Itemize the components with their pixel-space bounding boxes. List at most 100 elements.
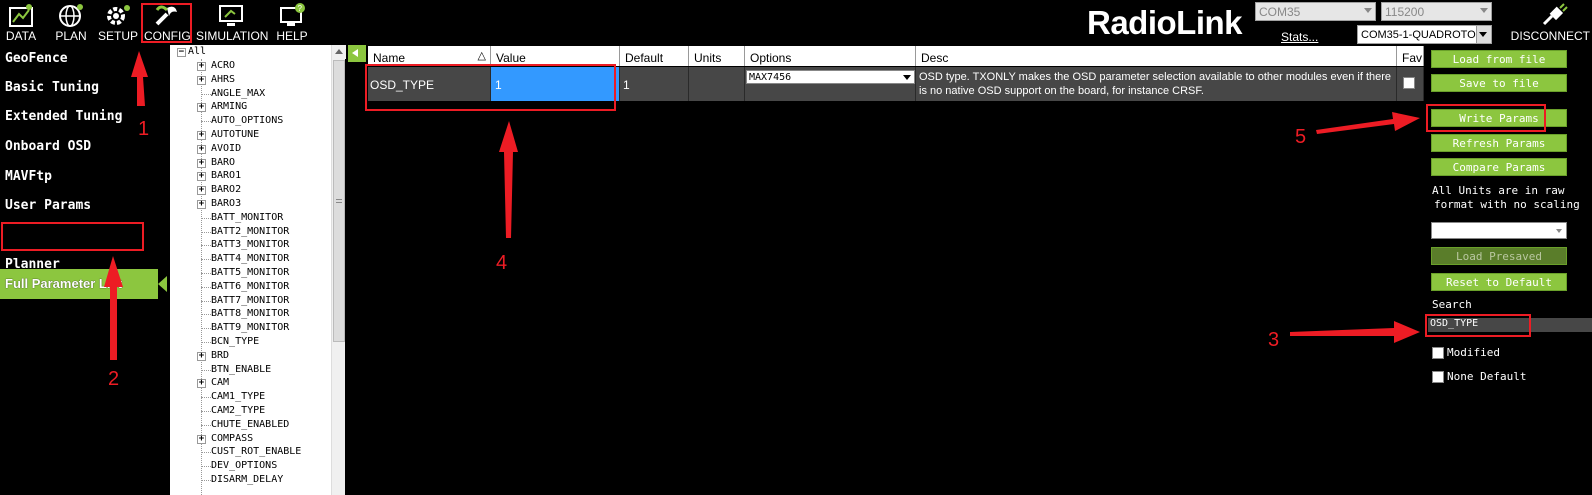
expand-icon[interactable]: + <box>197 186 206 196</box>
column-header-options[interactable]: Options <box>745 46 916 66</box>
menu-item-full-parameter-list-label: Full Parameter List <box>5 276 123 291</box>
help-monitor-icon: ? <box>280 3 305 26</box>
toolbar-button-plan[interactable]: PLAN <box>50 0 92 43</box>
vehicle-value: COM35-1-QUADROTOF <box>1361 29 1483 41</box>
menu-item-geofence[interactable]: GeoFence <box>5 51 68 66</box>
tree-scrollbar[interactable] <box>331 45 346 495</box>
expand-icon[interactable]: + <box>197 62 206 71</box>
toolbar-label-simulation: SIMULATION <box>196 29 269 43</box>
column-header-default[interactable]: Default <box>620 46 689 66</box>
cell-default: 1 <box>620 67 689 101</box>
none-default-checkbox[interactable] <box>1432 371 1444 383</box>
tree-item-label: BATT8_MONITOR <box>211 308 290 320</box>
menu-item-basic-tuning[interactable]: Basic Tuning <box>5 80 99 95</box>
baud-rate-value: 115200 <box>1385 5 1425 19</box>
tree-item-label: AHRS <box>211 73 236 85</box>
none-default-label: None Default <box>1447 370 1527 383</box>
stats-link[interactable]: Stats... <box>1281 30 1318 44</box>
refresh-params-button[interactable]: Refresh Params <box>1431 134 1567 152</box>
menu-item-onboard-osd[interactable]: Onboard OSD <box>5 139 91 154</box>
chevron-down-icon <box>903 75 911 80</box>
tree-item-label: CUST_ROT_ENABLE <box>211 446 302 458</box>
column-header-desc[interactable]: Desc <box>916 46 1397 66</box>
com-port-select[interactable]: COM35 <box>1255 2 1376 21</box>
tree-item-label: ARMING <box>211 101 248 113</box>
collapse-icon[interactable]: − <box>177 48 186 57</box>
toolbar-button-data[interactable]: DATA <box>0 0 42 43</box>
expand-icon[interactable]: + <box>197 379 206 389</box>
tree-item-label: DISARM_DELAY <box>211 474 284 485</box>
vehicle-select[interactable]: COM35-1-QUADROTOF <box>1357 25 1492 44</box>
tree-root-label: All <box>188 46 207 57</box>
reset-to-default-button[interactable]: Reset to Default <box>1431 273 1567 291</box>
units-note-line-2: format with no scaling <box>1434 198 1580 211</box>
expand-icon[interactable]: + <box>197 434 206 444</box>
expand-icon[interactable]: + <box>197 131 206 140</box>
column-header-fav[interactable]: Fav <box>1397 46 1424 66</box>
expand-icon[interactable]: + <box>197 351 206 361</box>
fav-checkbox[interactable] <box>1403 77 1415 89</box>
highlight-config <box>141 3 192 43</box>
presaved-select[interactable] <box>1431 222 1567 239</box>
disconnect-button[interactable]: DISCONNECT <box>1496 0 1592 43</box>
tree-item-label: BATT3_MONITOR <box>211 239 290 251</box>
expand-icon[interactable]: + <box>197 144 206 154</box>
chevron-up-icon <box>335 49 343 54</box>
com-port-value: COM35 <box>1259 5 1301 19</box>
toolbar-button-simulation[interactable]: SIMULATION <box>196 0 269 43</box>
expand-icon[interactable]: + <box>197 75 206 85</box>
tree-item-label: ANGLE_MAX <box>211 87 266 99</box>
compare-params-button[interactable]: Compare Params <box>1431 158 1567 176</box>
save-to-file-button[interactable]: Save to file <box>1431 74 1567 92</box>
menu-item-user-params[interactable]: User Params <box>5 198 91 213</box>
annotation-label-5: 5 <box>1295 126 1307 148</box>
svg-text:?: ? <box>298 4 303 13</box>
tree-item-label: BRD <box>211 349 230 361</box>
toolbar-button-help[interactable]: ? HELP <box>271 0 313 43</box>
modified-checkbox[interactable] <box>1432 347 1444 359</box>
tree-item-label: CAM2_TYPE <box>211 405 266 416</box>
expand-icon[interactable]: + <box>197 158 206 168</box>
expand-icon[interactable]: + <box>197 172 206 182</box>
annotation-label-4: 4 <box>496 252 508 274</box>
column-header-value[interactable]: Value <box>491 46 620 66</box>
globe-icon <box>59 4 83 27</box>
tree-item-label: BARO <box>211 156 236 168</box>
scroll-up-button[interactable] <box>332 45 346 59</box>
options-dropdown[interactable]: MAX7456 <box>746 70 915 84</box>
parameter-tree[interactable]: − All + ACRO + AHRS ANGLE_MAX + ARMING AUTO_OPT… <box>170 45 331 495</box>
grid-corner-button[interactable] <box>348 45 366 62</box>
gear-icon <box>107 5 130 25</box>
modified-label: Modified <box>1447 346 1500 359</box>
column-header-units[interactable]: Units <box>689 46 745 66</box>
expand-icon[interactable]: + <box>197 200 206 209</box>
expand-icon[interactable]: + <box>197 103 206 113</box>
toolbar-button-setup[interactable]: SETUP <box>97 0 139 43</box>
disconnect-label: DISCONNECT <box>1510 29 1590 43</box>
tree-guide-line <box>201 59 202 495</box>
highlight-write-params <box>1426 104 1546 132</box>
monitor-icon <box>219 5 243 26</box>
load-presaved-button[interactable]: Load Presaved <box>1431 247 1567 265</box>
menu-item-extended-tuning[interactable]: Extended Tuning <box>5 109 122 124</box>
annotation-label-1: 1 <box>138 118 150 140</box>
tree-item-label: COMPASS <box>211 432 254 444</box>
menu-item-planner[interactable]: Planner <box>5 257 60 272</box>
tree-item-label: BCN_TYPE <box>211 336 260 347</box>
tree-item-label: CAM1_TYPE <box>211 391 266 403</box>
tree-item-label: DEV_OPTIONS <box>211 460 278 472</box>
load-from-file-button[interactable]: Load from file <box>1431 50 1567 68</box>
tree-item-label: BATT2_MONITOR <box>211 225 290 237</box>
cell-desc: OSD type. TXONLY makes the OSD parameter… <box>916 67 1397 101</box>
menu-item-full-parameter-list[interactable]: Full Parameter List <box>0 269 158 299</box>
scroll-thumb[interactable] <box>333 60 345 342</box>
config-side-menu: GeoFence Basic Tuning Extended Tuning On… <box>0 45 168 495</box>
cell-units <box>689 67 745 101</box>
toolbar-label-data: DATA <box>5 29 37 43</box>
column-header-name[interactable]: Name △ <box>368 46 491 66</box>
plug-icon <box>1542 3 1568 26</box>
menu-item-mavftp[interactable]: MAVFtp <box>5 169 52 184</box>
baud-rate-select[interactable]: 115200 <box>1381 2 1492 21</box>
tree-item-label: AUTO_OPTIONS <box>211 115 284 127</box>
chevron-down-icon <box>1479 32 1487 37</box>
